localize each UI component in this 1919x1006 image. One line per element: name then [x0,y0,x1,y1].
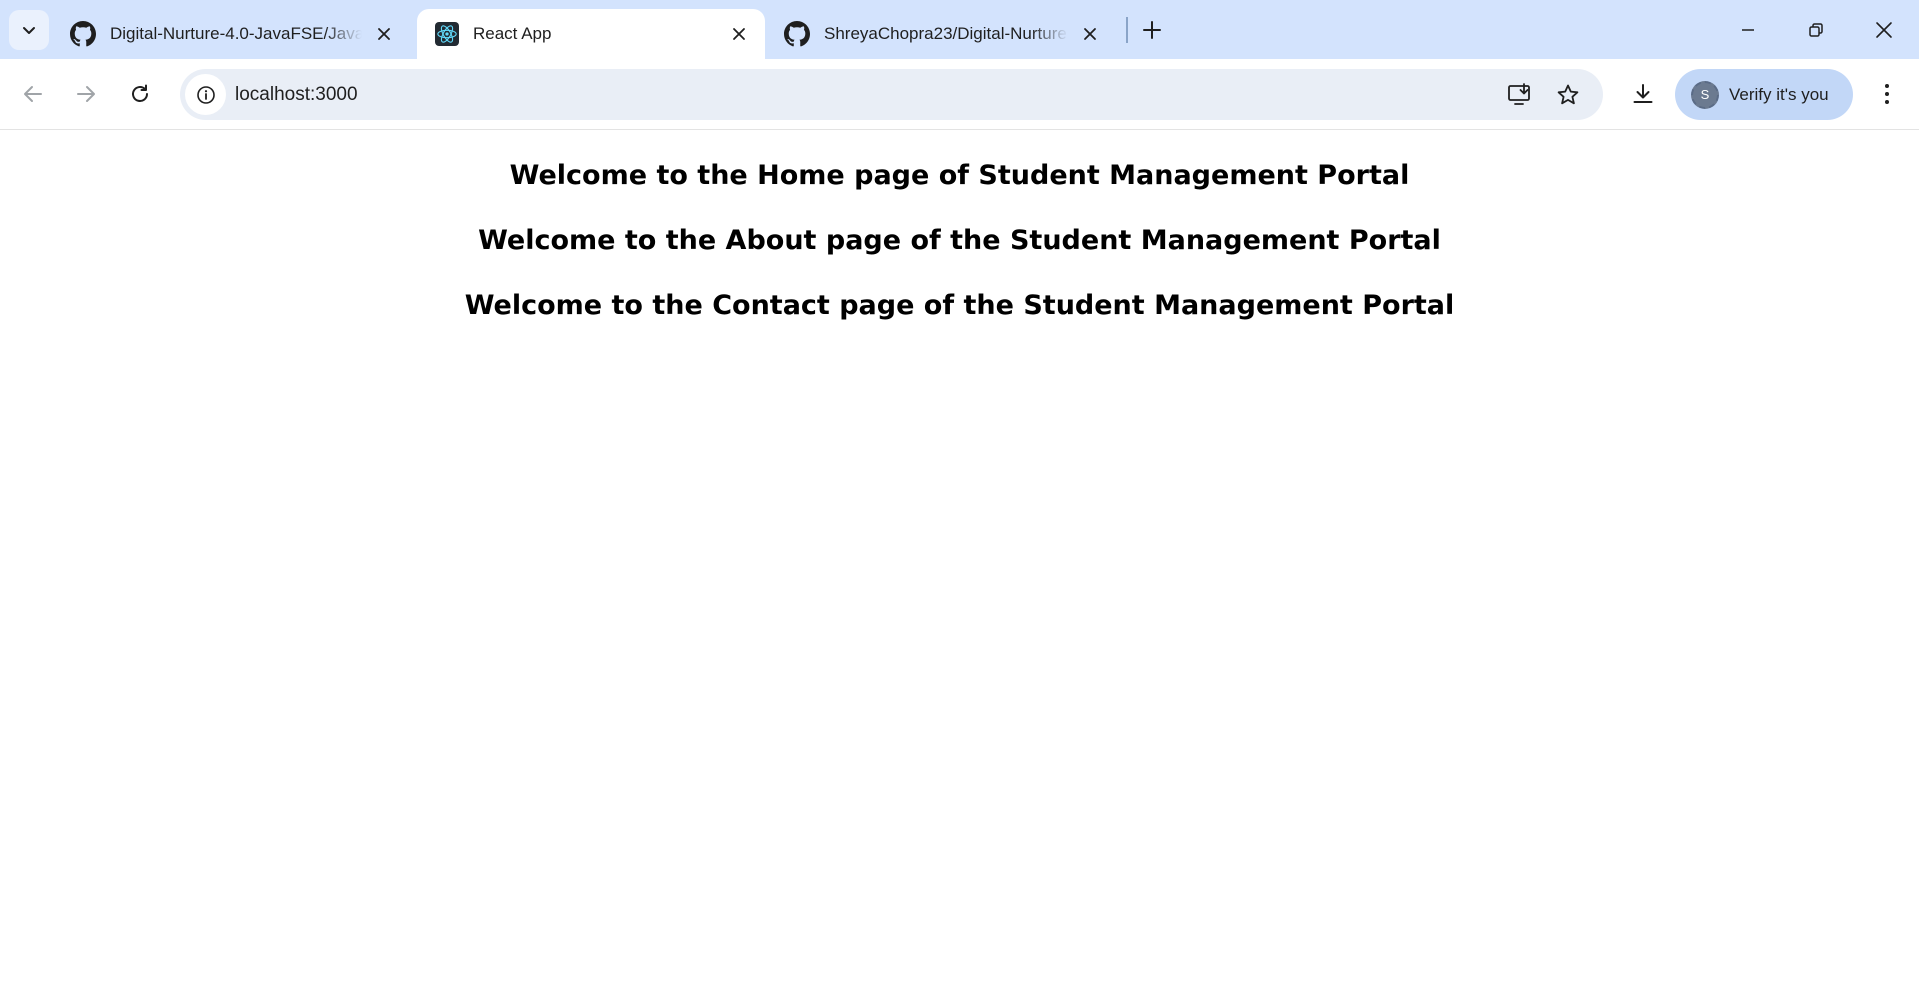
tab-github-shreya[interactable]: ShreyaChopra23/Digital-Nurture [766,9,1116,59]
site-info-button[interactable] [185,74,226,115]
github-icon [784,21,810,47]
tab-search-button[interactable] [9,10,49,50]
reload-icon [132,84,148,102]
minimize-button[interactable] [1714,0,1782,59]
plus-icon [1143,21,1161,39]
minimize-icon [1742,28,1754,31]
avatar: S [1691,80,1719,109]
close-icon[interactable] [727,22,751,46]
arrow-left-icon [24,86,42,102]
bookmark-button[interactable] [1549,76,1586,113]
close-window-button[interactable] [1850,0,1918,59]
info-icon [196,85,215,104]
close-icon[interactable] [1078,22,1102,46]
browser-chrome: Digital-Nurture-4.0-JavaFSE/Java React A… [0,0,1919,130]
star-icon [1557,84,1578,104]
chevron-down-icon [23,27,35,34]
menu-button[interactable] [1867,74,1907,114]
download-icon [1633,84,1653,103]
address-bar[interactable]: localhost:3000 [180,69,1603,120]
install-icon [1507,82,1530,105]
new-tab-button[interactable] [1136,14,1168,46]
github-icon [70,21,96,47]
back-button[interactable] [13,74,53,114]
close-icon[interactable] [372,22,396,46]
contact-heading: Welcome to the Contact page of the Stude… [464,290,1455,321]
react-icon [435,22,459,46]
tab-title: ShreyaChopra23/Digital-Nurture [824,24,1067,43]
profile-label: Verify it's you [1729,84,1829,104]
tab-strip: Digital-Nurture-4.0-JavaFSE/Java React A… [0,0,1919,59]
tab-react-app[interactable]: React App [417,9,765,59]
arrow-right-icon [77,86,95,102]
restore-button[interactable] [1782,0,1850,59]
page-content: Welcome to the Home page of Student Mana… [0,130,1919,1006]
tab-title: React App [473,24,552,43]
url-text[interactable]: localhost:3000 [235,69,358,120]
profile-button[interactable]: S Verify it's you [1675,69,1853,120]
home-heading: Welcome to the Home page of Student Mana… [509,160,1410,191]
install-app-button[interactable] [1501,76,1538,113]
tab-github-java[interactable]: Digital-Nurture-4.0-JavaFSE/Java [52,9,410,59]
close-icon [1876,21,1892,38]
reload-button[interactable] [120,74,160,114]
browser-toolbar: localhost:3000 S Verify it's you [0,59,1919,130]
about-heading: Welcome to the About page of the Student… [478,225,1441,256]
more-vert-icon [1885,84,1889,104]
downloads-button[interactable] [1623,74,1663,114]
forward-button[interactable] [66,74,106,114]
tab-separator [1126,17,1128,43]
tab-title: Digital-Nurture-4.0-JavaFSE/Java [110,24,362,43]
restore-icon [1809,22,1823,37]
